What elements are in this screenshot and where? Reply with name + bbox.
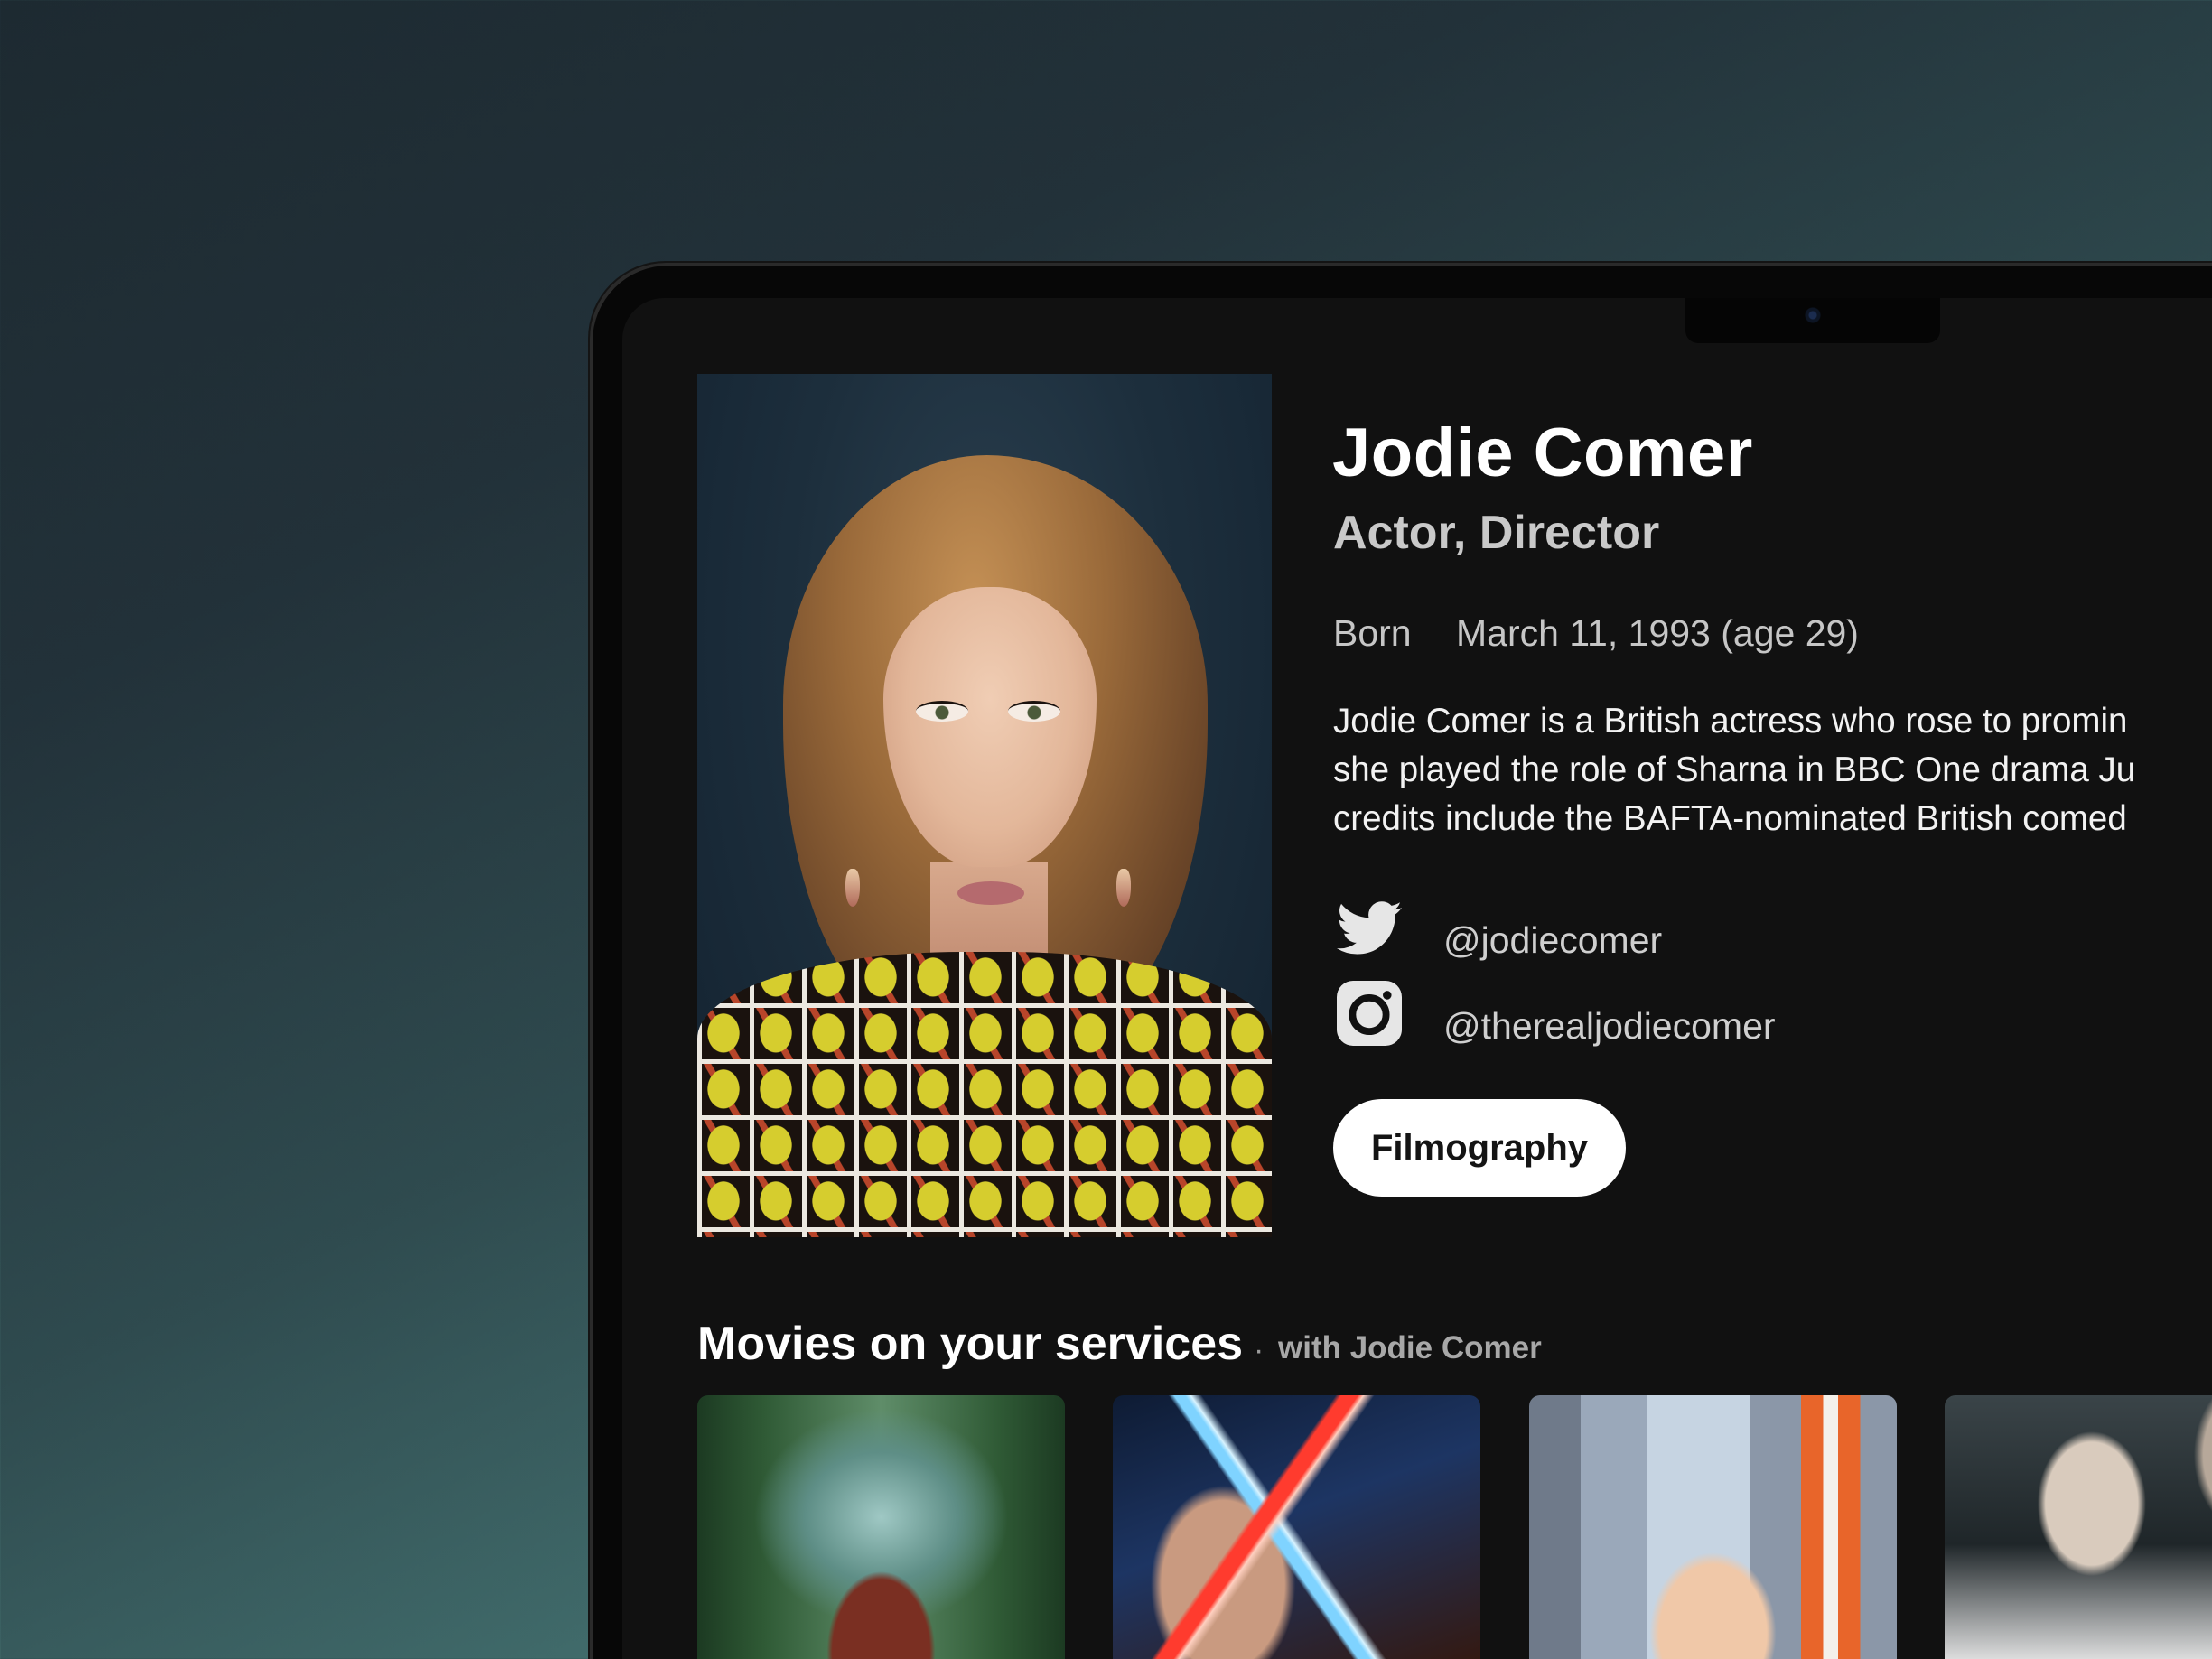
portrait-face — [883, 587, 1097, 867]
movie-poster[interactable] — [1529, 1395, 1897, 1659]
portrait-lips — [957, 881, 1024, 905]
section-title: Movies on your services — [697, 1318, 1244, 1370]
born-label: Born — [1333, 612, 1412, 654]
portrait-earring-left — [845, 869, 860, 907]
bio-line: credits include the BAFTA-nominated Brit… — [1333, 799, 2127, 838]
twitter-icon[interactable] — [1337, 901, 1402, 955]
portrait-sweater — [697, 952, 1272, 1237]
person-name: Jodie Comer — [1332, 415, 1753, 491]
movie-poster[interactable] — [1945, 1395, 2212, 1659]
instagram-icon[interactable] — [1337, 981, 1402, 1046]
section-subtitle: with Jodie Comer — [1278, 1330, 1542, 1365]
portrait-earring-right — [1116, 869, 1131, 907]
portrait-left-eye — [916, 701, 968, 722]
born-value: March 11, 1993 (age 29) — [1456, 612, 1859, 654]
movie-poster[interactable] — [697, 1395, 1065, 1659]
portrait-right-eye — [1008, 701, 1060, 722]
person-roles: Actor, Director — [1333, 507, 1660, 559]
instagram-handle[interactable]: @therealjodiecomer — [1443, 1005, 1776, 1048]
filmography-button[interactable]: Filmography — [1333, 1099, 1626, 1197]
bio-line: she played the role of Sharna in BBC One… — [1333, 750, 2136, 789]
camera-lens-icon — [1803, 305, 1823, 325]
person-bio: Jodie Comer is a British actress who ros… — [1333, 697, 2212, 843]
section-separator: · — [1254, 1333, 1265, 1367]
twitter-handle[interactable]: @jodiecomer — [1443, 919, 1662, 962]
movie-poster[interactable] — [1113, 1395, 1480, 1659]
bio-line: Jodie Comer is a British actress who ros… — [1333, 702, 2128, 741]
actor-portrait — [697, 374, 1272, 1237]
